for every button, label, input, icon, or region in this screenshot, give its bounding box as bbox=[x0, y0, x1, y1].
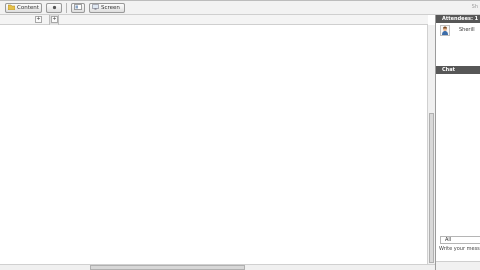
add-page-button[interactable]: + bbox=[35, 16, 42, 23]
toolbar: Content Screen Sh bbox=[0, 0, 480, 15]
screen-button[interactable]: Screen bbox=[89, 3, 125, 13]
layout-icon bbox=[74, 4, 82, 12]
screen-button-label: Screen bbox=[101, 5, 120, 11]
content-button[interactable]: Content bbox=[5, 3, 42, 13]
tab-page-1[interactable]: + bbox=[49, 15, 59, 25]
chat-message-input[interactable]: Write your message bbox=[437, 246, 480, 258]
monitor-icon bbox=[92, 4, 99, 12]
horizontal-scrollbar[interactable] bbox=[0, 264, 435, 270]
record-button[interactable] bbox=[46, 3, 62, 13]
toolbar-separator bbox=[66, 3, 67, 13]
page-tabs: + + bbox=[0, 15, 428, 25]
content-button-label: Content bbox=[17, 5, 39, 11]
record-icon bbox=[52, 5, 57, 12]
toolbar-right-text: Sh bbox=[471, 4, 478, 10]
horizontal-scroll-thumb[interactable] bbox=[90, 265, 245, 270]
chat-recipient-select[interactable]: All bbox=[440, 236, 480, 244]
whiteboard-canvas[interactable] bbox=[0, 25, 427, 264]
side-panel: Attendees: 1 Sherill Chat All Write your… bbox=[435, 15, 480, 270]
attendees-header: Attendees: 1 bbox=[436, 15, 480, 23]
panel-footer bbox=[436, 261, 480, 270]
tab-page-1-add[interactable]: + bbox=[51, 16, 58, 23]
attendee-item[interactable]: Sherill bbox=[440, 25, 480, 37]
avatar bbox=[440, 25, 450, 36]
layout-button[interactable] bbox=[71, 3, 85, 13]
folder-icon bbox=[7, 4, 16, 12]
vertical-scrollbar[interactable] bbox=[427, 25, 435, 264]
chat-header: Chat bbox=[436, 66, 480, 74]
vertical-scroll-thumb[interactable] bbox=[429, 113, 434, 263]
attendee-name: Sherill bbox=[459, 27, 475, 33]
